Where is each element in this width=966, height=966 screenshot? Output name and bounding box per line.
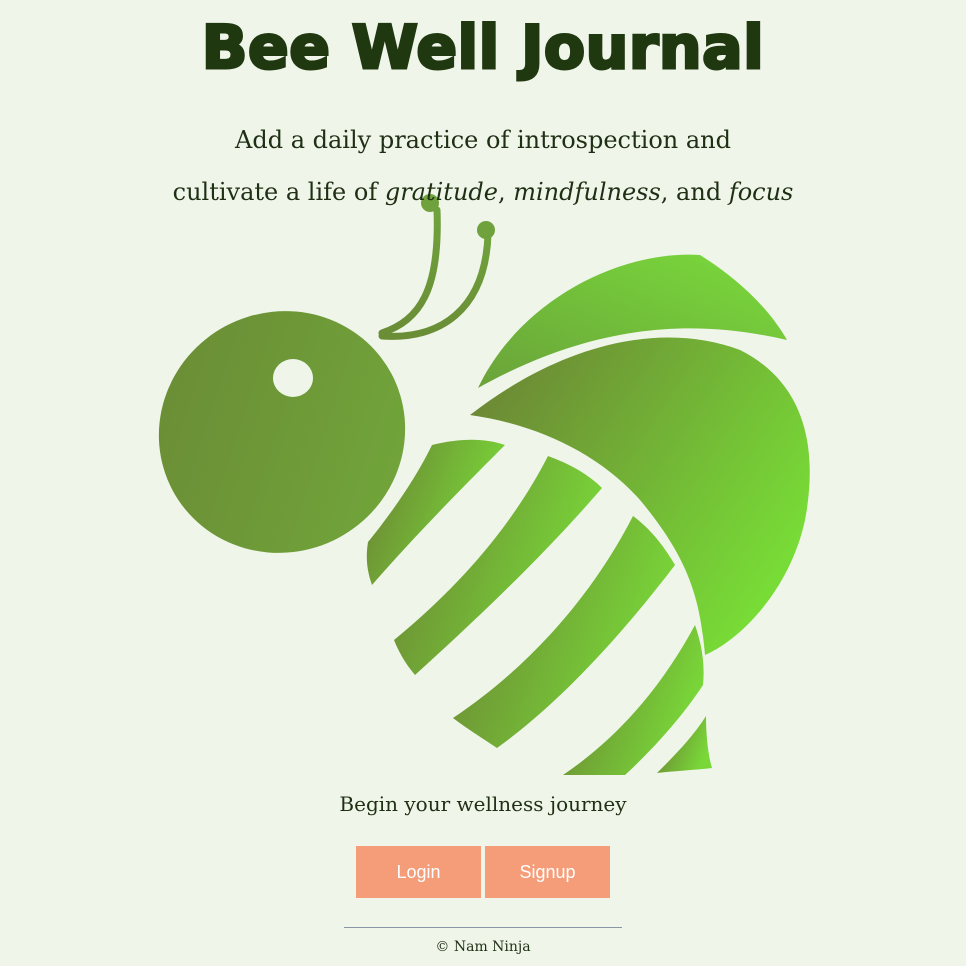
antenna-left <box>378 206 441 337</box>
bee-stripe-3 <box>453 516 675 748</box>
app-title: Bee Well Journal <box>200 12 765 85</box>
tagline-word-focus: focus <box>728 178 794 206</box>
tagline-separator-1: , <box>497 178 514 206</box>
bee-stripe-4 <box>563 625 704 775</box>
tagline-line-1: Add a daily practice of introspection an… <box>235 126 731 154</box>
tagline-line-2-prefix: cultivate a life of <box>172 178 385 206</box>
bee-eye <box>273 359 313 397</box>
auth-buttons: Login Signup <box>356 846 610 898</box>
tagline: Add a daily practice of introspection an… <box>0 114 966 218</box>
tagline-word-gratitude: gratitude <box>384 178 498 206</box>
bee-wing-top <box>478 254 787 388</box>
signup-button[interactable]: Signup <box>485 846 610 898</box>
footer-divider <box>344 927 622 928</box>
bee-stripe-1 <box>366 439 505 585</box>
footer-copyright: © Nam Ninja <box>435 939 531 955</box>
bee-head <box>158 311 406 553</box>
antenna-right-tip <box>477 221 495 239</box>
tagline-word-mindfulness: mindfulness <box>513 178 661 206</box>
tagline-separator-2: , and <box>660 178 729 206</box>
login-button[interactable]: Login <box>356 846 481 898</box>
bee-body <box>470 337 810 655</box>
bee-stripe-2 <box>394 456 602 675</box>
antenna-right <box>378 231 492 340</box>
landing-page: Bee Well Journal Add a daily practice of… <box>0 0 966 966</box>
bee-stinger <box>657 716 712 773</box>
cta-prompt: Begin your wellness journey <box>339 792 627 816</box>
